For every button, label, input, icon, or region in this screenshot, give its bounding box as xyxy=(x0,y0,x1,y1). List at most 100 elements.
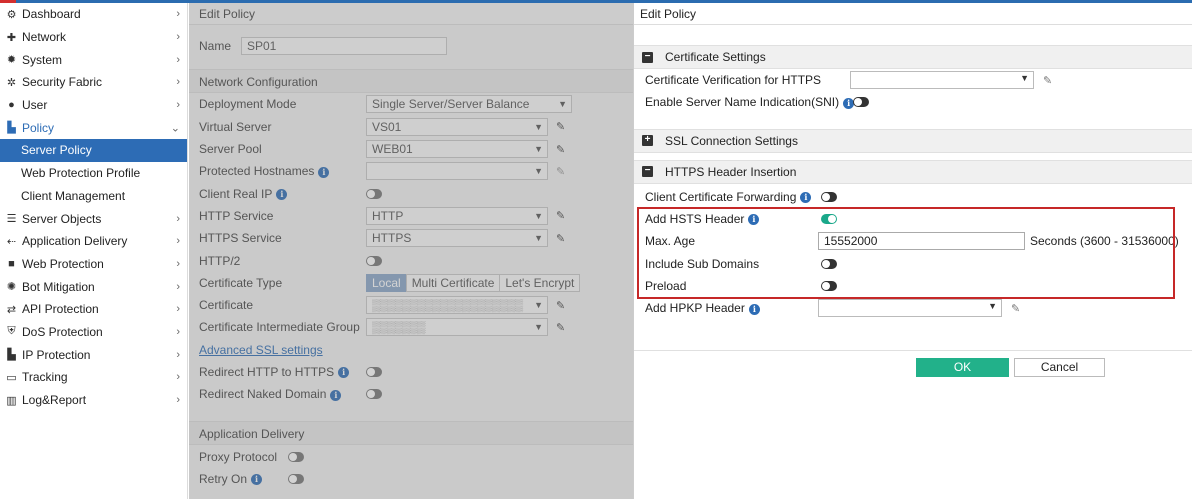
sidebar-item-label: Server Objects xyxy=(22,211,102,226)
sidebar-item-server-objects[interactable]: ☰ Server Objects › xyxy=(0,207,187,230)
info-icon[interactable]: i xyxy=(276,188,288,200)
sidebar-item-system[interactable]: ✹ System › xyxy=(0,48,187,71)
pencil-icon[interactable]: ✎ xyxy=(556,165,565,178)
sidebar-item-log-report[interactable]: ▥ Log&Report › xyxy=(0,389,187,412)
blurred-value: ▒▒▒▒▒▒▒ xyxy=(372,320,426,335)
chevron-right-icon: › xyxy=(176,99,180,112)
sidebar-item-policy[interactable]: ▙ Policy ⌄ xyxy=(0,116,187,139)
background-policy-form: Edit Policy Name SP01 Network Configurat… xyxy=(189,3,633,499)
bg-redirect-naked-toggle[interactable] xyxy=(366,389,382,400)
preload-toggle[interactable] xyxy=(821,280,837,291)
caret-down-icon: ▼ xyxy=(988,301,997,312)
bg-redirect-http-toggle[interactable] xyxy=(366,367,382,377)
sidebar-item-label: Application Delivery xyxy=(22,234,128,249)
collapse-minus-icon[interactable]: − xyxy=(642,51,653,63)
info-icon[interactable]: i xyxy=(800,192,812,204)
pencil-icon[interactable]: ✎ xyxy=(556,120,565,133)
pencil-icon[interactable]: ✎ xyxy=(556,143,565,156)
max-age-row: Max. Age Seconds (3600 - 31536000) xyxy=(634,230,1192,252)
bg-network-config-section[interactable]: Network Configuration xyxy=(189,69,633,94)
hsts-header-toggle[interactable] xyxy=(821,214,837,225)
section-title: SSL Connection Settings xyxy=(665,133,798,148)
sidebar-item-web-protection[interactable]: ■ Web Protection › xyxy=(0,253,187,276)
sidebar-item-ip-protection[interactable]: ▙ IP Protection › xyxy=(0,343,187,366)
sidebar-subitem-server-policy[interactable]: Server Policy xyxy=(0,139,187,162)
certificate-settings-section[interactable]: − Certificate Settings xyxy=(634,45,1192,69)
sidebar-item-tracking[interactable]: ▭ Tracking › xyxy=(0,366,187,389)
sidebar-subitem-client-management[interactable]: Client Management xyxy=(0,185,187,208)
sidebar-item-dos-protection[interactable]: ⛨ DoS Protection › xyxy=(0,321,187,344)
info-icon[interactable]: i xyxy=(748,214,760,226)
ok-button[interactable]: OK xyxy=(916,358,1009,377)
https-header-insertion-section[interactable]: − HTTPS Header Insertion xyxy=(634,159,1192,184)
bg-https-service-select[interactable]: HTTPS ▼ xyxy=(366,229,548,248)
cert-type-letsencrypt[interactable]: Let's Encrypt xyxy=(499,273,581,292)
bg-certificate-select[interactable]: ▒▒▒▒▒▒▒▒▒▒▒▒▒▒▒▒▒▒▒▒ ▼ xyxy=(366,296,548,315)
bg-http-service-select[interactable]: HTTP ▼ xyxy=(366,206,548,225)
bg-cert-intermediate-select[interactable]: ▒▒▒▒▒▒▒ ▼ xyxy=(366,318,548,337)
info-icon[interactable]: i xyxy=(748,303,760,315)
sidebar-item-label: Dashboard xyxy=(22,7,81,22)
sidebar-item-network[interactable]: ✚ Network › xyxy=(0,26,187,49)
bg-server-pool-select[interactable]: WEB01 ▼ xyxy=(366,140,548,159)
pencil-icon[interactable]: ✎ xyxy=(556,321,565,334)
bg-client-real-ip-toggle[interactable] xyxy=(366,188,382,199)
cancel-button[interactable]: Cancel xyxy=(1014,358,1105,377)
info-icon[interactable]: i xyxy=(318,166,330,178)
bg-http2-toggle[interactable] xyxy=(366,255,382,266)
pencil-icon[interactable]: ✎ xyxy=(1011,302,1020,315)
bg-retry-on-toggle[interactable] xyxy=(288,473,304,484)
chevron-right-icon: › xyxy=(176,257,180,270)
bg-page-title: Edit Policy xyxy=(189,3,633,25)
sidebar-item-application-delivery[interactable]: ⇠ Application Delivery › xyxy=(0,230,187,253)
bg-cert-type-row: Certificate Type Local Multi Certificate… xyxy=(189,272,633,294)
include-subdomains-toggle[interactable] xyxy=(821,258,837,269)
collapse-minus-icon[interactable]: − xyxy=(642,166,653,178)
sidebar-item-label: Bot Mitigation xyxy=(22,279,95,294)
bg-deployment-select[interactable]: Single Server/Server Balance ▼ xyxy=(366,95,572,114)
bg-redirect-naked-label: Redirect Naked Domain i xyxy=(199,387,366,401)
chevron-down-icon: ⌄ xyxy=(170,122,180,135)
pencil-icon[interactable]: ✎ xyxy=(556,232,565,245)
bg-virtual-server-select[interactable]: VS01 ▼ xyxy=(366,117,548,136)
client-cert-forwarding-toggle[interactable] xyxy=(821,191,837,202)
info-icon[interactable]: i xyxy=(330,389,342,401)
bg-protected-hostnames-label: Protected Hostnames i xyxy=(199,164,366,178)
max-age-input[interactable] xyxy=(818,232,1025,251)
hpkp-header-select[interactable]: ▼ xyxy=(818,299,1002,318)
cert-type-multi[interactable]: Multi Certificate xyxy=(405,273,501,292)
bg-virtual-server-value: VS01 xyxy=(372,119,402,134)
sidebar-item-dashboard[interactable]: ⚙ Dashboard › xyxy=(0,3,187,26)
caret-down-icon: ▼ xyxy=(534,300,543,311)
pencil-icon[interactable]: ✎ xyxy=(556,299,565,312)
sidebar-item-bot-mitigation[interactable]: ✺ Bot Mitigation › xyxy=(0,275,187,298)
sidebar-item-label: Log&Report xyxy=(22,393,87,408)
info-icon[interactable]: i xyxy=(251,474,263,486)
tracking-monitor-icon: ▭ xyxy=(6,371,17,384)
pencil-icon[interactable]: ✎ xyxy=(556,209,565,222)
bg-client-real-ip-row: Client Real IP i xyxy=(189,182,633,204)
bg-proxy-protocol-toggle[interactable] xyxy=(288,451,304,462)
sidebar-item-label: Tracking xyxy=(22,370,68,385)
info-icon[interactable]: i xyxy=(338,367,350,379)
policy-icon: ▙ xyxy=(7,122,16,135)
bg-name-input[interactable]: SP01 xyxy=(241,37,447,56)
label-text: Enable Server Name Indication(SNI) xyxy=(645,95,840,110)
sidebar-subitem-web-protection-profile[interactable]: Web Protection Profile xyxy=(0,162,187,185)
sidebar-item-label: Policy xyxy=(22,120,55,135)
bg-protected-hostnames-select[interactable]: ▼ xyxy=(366,162,548,181)
bg-app-delivery-section[interactable]: Application Delivery xyxy=(189,421,633,446)
cert-type-local[interactable]: Local xyxy=(366,273,407,292)
pencil-icon[interactable]: ✎ xyxy=(1043,74,1052,87)
ssl-connection-settings-section[interactable]: + SSL Connection Settings xyxy=(634,128,1192,153)
bg-retry-on-row: Retry On i xyxy=(189,468,633,490)
expand-plus-icon[interactable]: + xyxy=(642,135,653,147)
sni-toggle[interactable] xyxy=(853,97,869,108)
cert-verification-select[interactable]: ▼ xyxy=(850,71,1034,90)
sidebar-item-security-fabric[interactable]: ✲ Security Fabric › xyxy=(0,71,187,94)
advanced-ssl-settings-link[interactable]: Advanced SSL settings xyxy=(199,343,323,357)
label-text: Retry On xyxy=(199,471,248,486)
sidebar-item-api-protection[interactable]: ⇄ API Protection › xyxy=(0,298,187,321)
dialog-footer-divider xyxy=(634,350,1192,351)
sidebar-item-user[interactable]: ● User › xyxy=(0,94,187,117)
